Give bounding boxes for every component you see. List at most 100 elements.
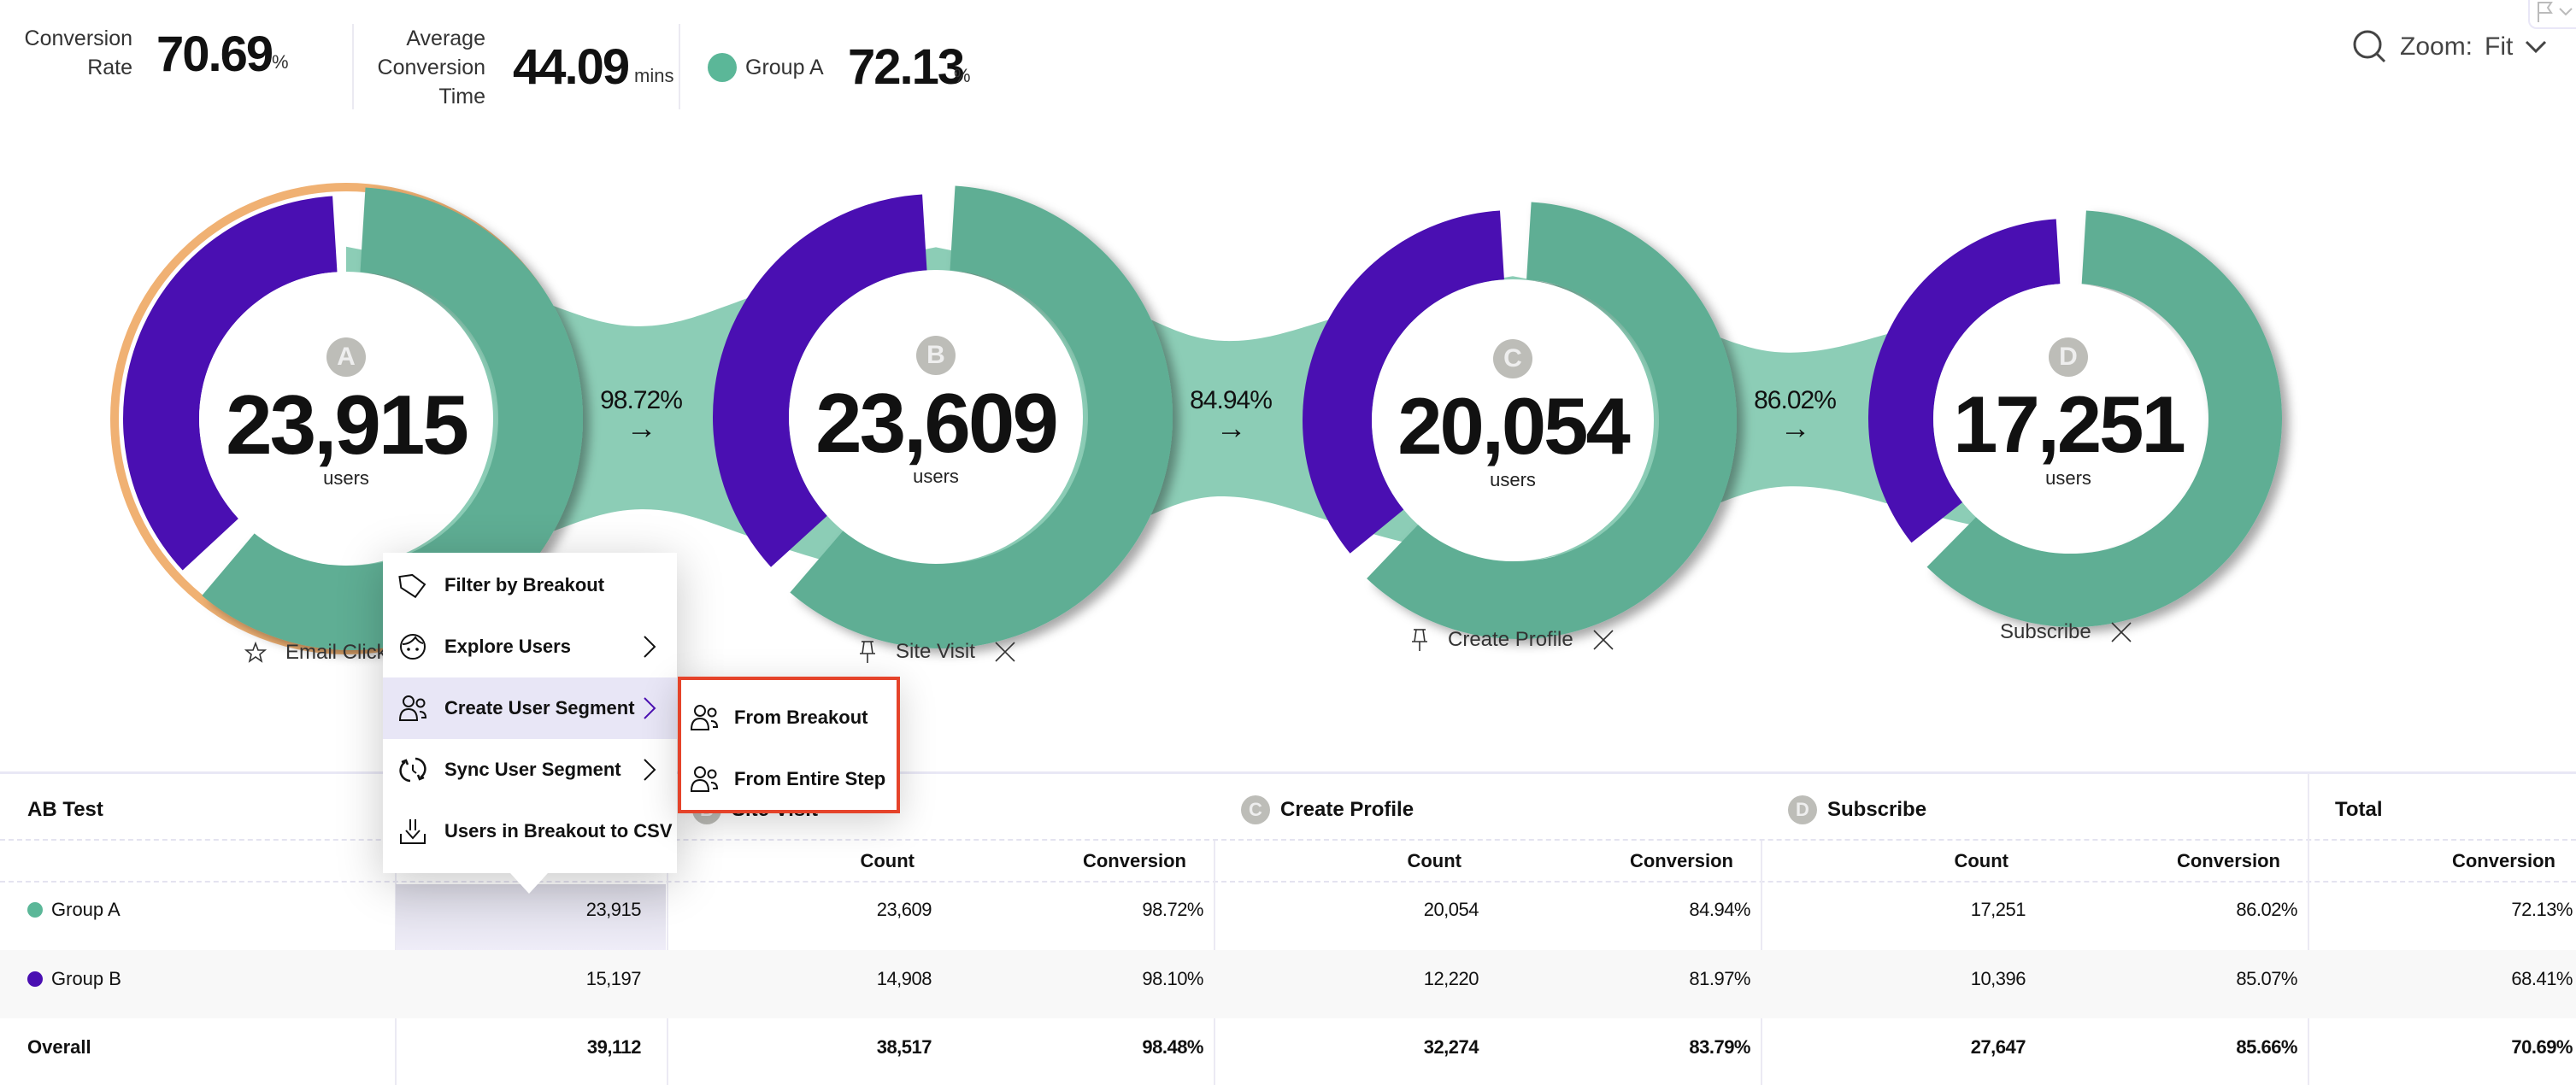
table-cell[interactable]: 84.94% bbox=[1588, 899, 1750, 921]
menu-item-label: Sync User Segment bbox=[444, 759, 621, 780]
star-icon[interactable] bbox=[244, 642, 267, 664]
table-header-step-c: C Create Profile bbox=[1241, 793, 1414, 827]
pin-icon[interactable] bbox=[1410, 628, 1429, 652]
table-cell[interactable]: 98.48% bbox=[1041, 1036, 1203, 1059]
submenu-item-from-entire-step[interactable]: From Entire Step bbox=[681, 748, 897, 810]
step-count: 23,915 bbox=[226, 378, 469, 472]
subheader-count: Count bbox=[1407, 850, 1461, 871]
menu-item-label: Create User Segment bbox=[444, 697, 635, 718]
close-icon[interactable] bbox=[2110, 621, 2132, 643]
table-header-breakdown: AB Test bbox=[27, 798, 103, 821]
row-label-text: Group B bbox=[51, 968, 121, 989]
step-name-label: Site Visit bbox=[896, 640, 975, 663]
step-count: 17,251 bbox=[1953, 379, 2186, 469]
table-cell[interactable]: 20,054 bbox=[1316, 899, 1479, 921]
arrow-right-icon: → bbox=[626, 410, 657, 445]
subheader-conversion: Conversion bbox=[1082, 850, 1186, 871]
step-count-unit: users bbox=[1490, 469, 1536, 490]
table-cell[interactable]: 17,251 bbox=[1863, 899, 2026, 921]
tag-icon bbox=[398, 573, 426, 599]
table-cell[interactable]: 83.79% bbox=[1588, 1036, 1750, 1059]
row-label[interactable]: Group B bbox=[27, 968, 121, 990]
table-cell[interactable]: 85.66% bbox=[2135, 1036, 2297, 1059]
table-cell[interactable]: 39,112 bbox=[479, 1036, 642, 1059]
conversion-label-c-d: 86.02% → bbox=[1744, 386, 1846, 445]
users-icon bbox=[690, 766, 719, 792]
conversion-label-a-b: 98.72% → bbox=[590, 386, 692, 445]
user-face-icon bbox=[400, 634, 426, 660]
subheader-conversion: Conversion bbox=[2176, 850, 2280, 871]
table-cell[interactable]: 70.69% bbox=[2410, 1036, 2573, 1059]
menu-item-users-to-csv[interactable]: Users in Breakout to CSV bbox=[383, 801, 677, 862]
table-cell[interactable]: 86.02% bbox=[2135, 899, 2297, 921]
step-name-c[interactable]: Create Profile bbox=[1410, 628, 1614, 652]
step-letter-badge: C bbox=[1241, 795, 1270, 824]
step-name: Create Profile bbox=[1280, 798, 1414, 821]
step-name-label: Create Profile bbox=[1448, 628, 1573, 651]
step-count: 20,054 bbox=[1397, 381, 1631, 471]
table-cell[interactable]: 15,197 bbox=[479, 968, 642, 990]
step-letter-badge: D bbox=[1788, 795, 1817, 824]
submenu-item-label: From Breakout bbox=[734, 707, 868, 728]
menu-item-explore-users[interactable]: Explore Users bbox=[383, 616, 677, 677]
step-letter-badge: B bbox=[916, 336, 956, 375]
table-cell[interactable]: 32,274 bbox=[1316, 1036, 1479, 1059]
table-cell[interactable]: 72.13% bbox=[2410, 899, 2573, 921]
step-name-b[interactable]: Site Visit bbox=[858, 640, 1016, 664]
step-count-unit: users bbox=[2045, 467, 2091, 489]
step-name-d[interactable]: Subscribe bbox=[2000, 620, 2132, 644]
pin-icon[interactable] bbox=[858, 640, 877, 664]
users-icon bbox=[398, 695, 427, 721]
conversion-label-b-c: 84.94% → bbox=[1179, 386, 1282, 443]
users-icon bbox=[690, 705, 719, 730]
series-dot-icon bbox=[27, 971, 43, 987]
table-cell[interactable]: 10,396 bbox=[1863, 968, 2026, 990]
table-cell[interactable]: 23,915 bbox=[479, 899, 642, 921]
donut-center-label: B 23,609 users bbox=[791, 336, 1081, 488]
sync-icon bbox=[399, 757, 426, 783]
table-cell[interactable]: 38,517 bbox=[769, 1036, 932, 1059]
table-header-total: Total bbox=[2335, 798, 2383, 821]
step-letter-badge: A bbox=[326, 337, 366, 377]
menu-item-sync-user-segment[interactable]: Sync User Segment bbox=[383, 739, 677, 801]
row-label[interactable]: Group A bbox=[27, 899, 121, 921]
table-cell[interactable]: 27,647 bbox=[1863, 1036, 2026, 1059]
table-cell[interactable]: 85.07% bbox=[2135, 968, 2297, 990]
menu-item-filter-by-breakout[interactable]: Filter by Breakout bbox=[383, 554, 677, 616]
submenu-item-from-breakout[interactable]: From Breakout bbox=[681, 687, 897, 748]
column-divider bbox=[2308, 773, 2309, 1085]
table-cell[interactable]: 98.10% bbox=[1041, 968, 1203, 990]
row-label[interactable]: Overall bbox=[27, 1036, 91, 1059]
submenu-item-label: From Entire Step bbox=[734, 768, 886, 789]
menu-pointer bbox=[510, 873, 548, 894]
menu-item-label: Filter by Breakout bbox=[444, 574, 605, 595]
row-divider bbox=[0, 881, 2576, 883]
subheader-conversion: Conversion bbox=[2451, 850, 2555, 871]
table-cell[interactable]: 23,609 bbox=[769, 899, 932, 921]
subheader-conversion: Conversion bbox=[1629, 850, 1733, 871]
menu-item-label: Explore Users bbox=[444, 636, 571, 657]
series-dot-icon bbox=[27, 902, 43, 918]
menu-item-create-user-segment[interactable]: Create User Segment bbox=[383, 677, 677, 739]
donut-center-label: C 20,054 users bbox=[1367, 339, 1658, 491]
chevron-right-icon bbox=[644, 759, 656, 781]
submenu-create-user-segment: From Breakout From Entire Step bbox=[678, 677, 900, 813]
table-cell[interactable]: 81.97% bbox=[1588, 968, 1750, 990]
chevron-right-icon bbox=[644, 636, 656, 658]
table-cell[interactable]: 12,220 bbox=[1316, 968, 1479, 990]
table-cell[interactable]: 98.72% bbox=[1041, 899, 1203, 921]
donut-center-label: D 17,251 users bbox=[1923, 337, 2214, 490]
close-icon[interactable] bbox=[1592, 629, 1614, 651]
step-letter-badge: C bbox=[1493, 339, 1532, 378]
arrow-right-icon: → bbox=[1779, 410, 1811, 445]
step-name-a[interactable]: Email Click bbox=[244, 641, 387, 665]
chevron-right-icon bbox=[644, 697, 656, 719]
subheader-count: Count bbox=[860, 850, 915, 871]
subheader-count: Count bbox=[1954, 850, 2008, 871]
close-icon[interactable] bbox=[994, 641, 1016, 663]
table-header-step-d: D Subscribe bbox=[1788, 793, 1926, 827]
table-cell[interactable]: 68.41% bbox=[2410, 968, 2573, 990]
step-name-label: Subscribe bbox=[2000, 620, 2091, 643]
row-label-text: Overall bbox=[27, 1036, 91, 1058]
table-cell[interactable]: 14,908 bbox=[769, 968, 932, 990]
